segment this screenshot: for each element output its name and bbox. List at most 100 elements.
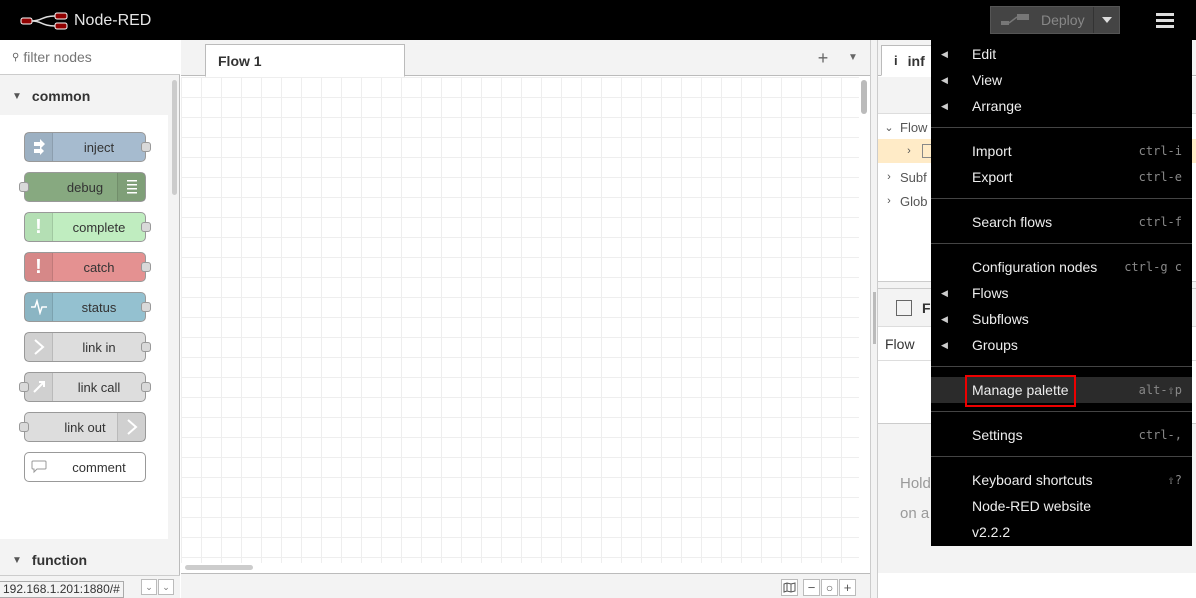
deploy-button[interactable]: Deploy <box>991 7 1094 33</box>
menu-shortcut: ctrl-i <box>1138 144 1182 158</box>
palette-node-debug[interactable]: debug <box>19 172 146 202</box>
menu-shortcut: ⇧? <box>1167 473 1182 487</box>
palette-search: ⚲ <box>0 40 180 75</box>
menu-divider <box>931 456 1192 457</box>
node-label: status <box>81 299 117 315</box>
flow-icon <box>896 299 912 316</box>
palette-node-complete[interactable]: ! complete <box>24 212 151 242</box>
workspace-footer <box>181 573 870 598</box>
palette-category-common-body: inject debug ! complete ! catch status l… <box>0 115 168 539</box>
palette-node-catch[interactable]: ! catch <box>24 252 151 282</box>
main-menu-dropdown: ◀ Edit ◀ View ◀ Arrange Import ctrl-i Export… <box>931 40 1192 546</box>
palette-node-comment[interactable]: comment <box>24 452 146 482</box>
menu-label: Export <box>972 169 1013 185</box>
pulse-icon <box>25 293 53 321</box>
palette-collapse-button[interactable]: ⌄ <box>141 579 157 595</box>
palette-node-inject[interactable]: inject <box>24 132 151 162</box>
menu-divider <box>931 366 1192 367</box>
chevron-right-icon: › <box>887 171 891 183</box>
exclamation-icon: ! <box>25 253 53 281</box>
caret-down-icon: ▼ <box>848 52 858 63</box>
menu-label: Subflows <box>972 311 1029 327</box>
menu-label: Search flows <box>972 214 1053 230</box>
node-label: inject <box>83 139 115 155</box>
palette-scrollbar[interactable] <box>172 80 177 195</box>
palette-category-common[interactable]: ▼ common <box>0 77 168 115</box>
main-menu-button[interactable] <box>1145 0 1185 40</box>
node-label: complete <box>72 219 126 235</box>
sidebar-resize-handle[interactable] <box>873 292 876 344</box>
menu-item-groups[interactable]: ◀ Groups <box>931 332 1192 358</box>
menu-label: Settings <box>972 427 1023 443</box>
category-label: common <box>31 88 91 104</box>
add-flow-button[interactable]: + <box>813 48 833 68</box>
menu-item-version: v2.2.2 <box>931 519 1192 545</box>
inject-icon <box>25 133 53 161</box>
caret-left-icon: ◀ <box>941 339 948 350</box>
caret-left-icon: ◀ <box>941 313 948 324</box>
output-port <box>141 222 151 232</box>
menu-divider <box>931 243 1192 244</box>
menu-label: Groups <box>972 337 1018 353</box>
output-port <box>141 382 151 392</box>
menu-item-arrange[interactable]: ◀ Arrange <box>931 93 1192 119</box>
zoom-out-button[interactable]: − <box>803 579 820 596</box>
menu-shortcut: ctrl-e <box>1138 170 1182 184</box>
menu-item-settings[interactable]: Settings ctrl-, <box>931 422 1192 448</box>
menu-item-import[interactable]: Import ctrl-i <box>931 138 1192 164</box>
palette-node-link-in[interactable]: link in <box>24 332 151 362</box>
output-port <box>141 142 151 152</box>
tree-label: Glob <box>900 193 928 209</box>
link-out-icon <box>117 413 145 441</box>
menu-shortcut: ctrl-, <box>1138 428 1182 442</box>
menu-item-flows[interactable]: ◀ Flows <box>931 280 1192 306</box>
flow-canvas[interactable] <box>181 77 859 563</box>
category-label: function <box>31 552 88 568</box>
menu-label: Arrange <box>972 98 1022 114</box>
deploy-options-button[interactable] <box>1094 7 1119 33</box>
navigator-button[interactable] <box>781 579 798 596</box>
zoom-in-button[interactable]: + <box>839 579 856 596</box>
input-port <box>19 182 29 192</box>
palette-node-status[interactable]: status <box>24 292 151 322</box>
palette-filter-input[interactable] <box>23 49 174 65</box>
flow-list-button[interactable]: ▼ <box>843 48 863 68</box>
tab-flow-1[interactable]: Flow 1 <box>205 44 405 77</box>
menu-item-export[interactable]: Export ctrl-e <box>931 164 1192 190</box>
canvas-horizontal-scrollbar[interactable] <box>185 565 253 570</box>
menu-item-node-red-website[interactable]: Node-RED website <box>931 493 1192 519</box>
menu-item-subflows[interactable]: ◀ Subflows <box>931 306 1192 332</box>
menu-label: Configuration nodes <box>972 259 1098 275</box>
chevron-right-icon: › <box>887 195 891 207</box>
palette-node-link-out[interactable]: link out <box>19 412 146 442</box>
canvas-vertical-scrollbar[interactable] <box>861 80 867 114</box>
tab-label: inf <box>907 52 925 69</box>
menu-item-search-flows[interactable]: Search flows ctrl-f <box>931 209 1192 235</box>
speech-bubble-icon <box>25 453 53 481</box>
menu-item-keyboard-shortcuts[interactable]: Keyboard shortcuts ⇧? <box>931 467 1192 493</box>
menu-item-configuration-nodes[interactable]: Configuration nodes ctrl-g c <box>931 254 1192 280</box>
node-red-logo: Node-RED <box>20 10 151 32</box>
palette-node-link-call[interactable]: link call <box>19 372 151 402</box>
caret-left-icon: ◀ <box>941 100 948 111</box>
chevron-down-icon: ▼ <box>12 554 22 566</box>
deploy-icon <box>1001 14 1029 25</box>
caret-down-icon <box>1101 17 1112 23</box>
palette-category-function[interactable]: ▼ function <box>0 541 168 575</box>
input-port <box>19 422 29 432</box>
workspace-tabs: Flow 1 + ▼ <box>181 40 870 77</box>
menu-item-view[interactable]: ◀ View <box>931 67 1192 93</box>
chevron-right-icon: › <box>907 145 911 157</box>
menu-label: Import <box>972 143 1012 159</box>
zoom-reset-button[interactable]: ○ <box>821 579 838 596</box>
lower-header-label: F <box>922 299 931 316</box>
node-label: link call <box>77 379 121 395</box>
search-icon: ⚲ <box>12 51 20 63</box>
input-port <box>19 382 29 392</box>
palette-expand-button[interactable]: ⌄ <box>158 579 174 595</box>
exclamation-icon: ! <box>25 213 53 241</box>
menu-shortcut: alt-⇧p <box>1138 383 1182 397</box>
menu-item-edit[interactable]: ◀ Edit <box>931 41 1192 67</box>
menu-label: v2.2.2 <box>972 524 1011 540</box>
app-title: Node-RED <box>74 12 152 29</box>
